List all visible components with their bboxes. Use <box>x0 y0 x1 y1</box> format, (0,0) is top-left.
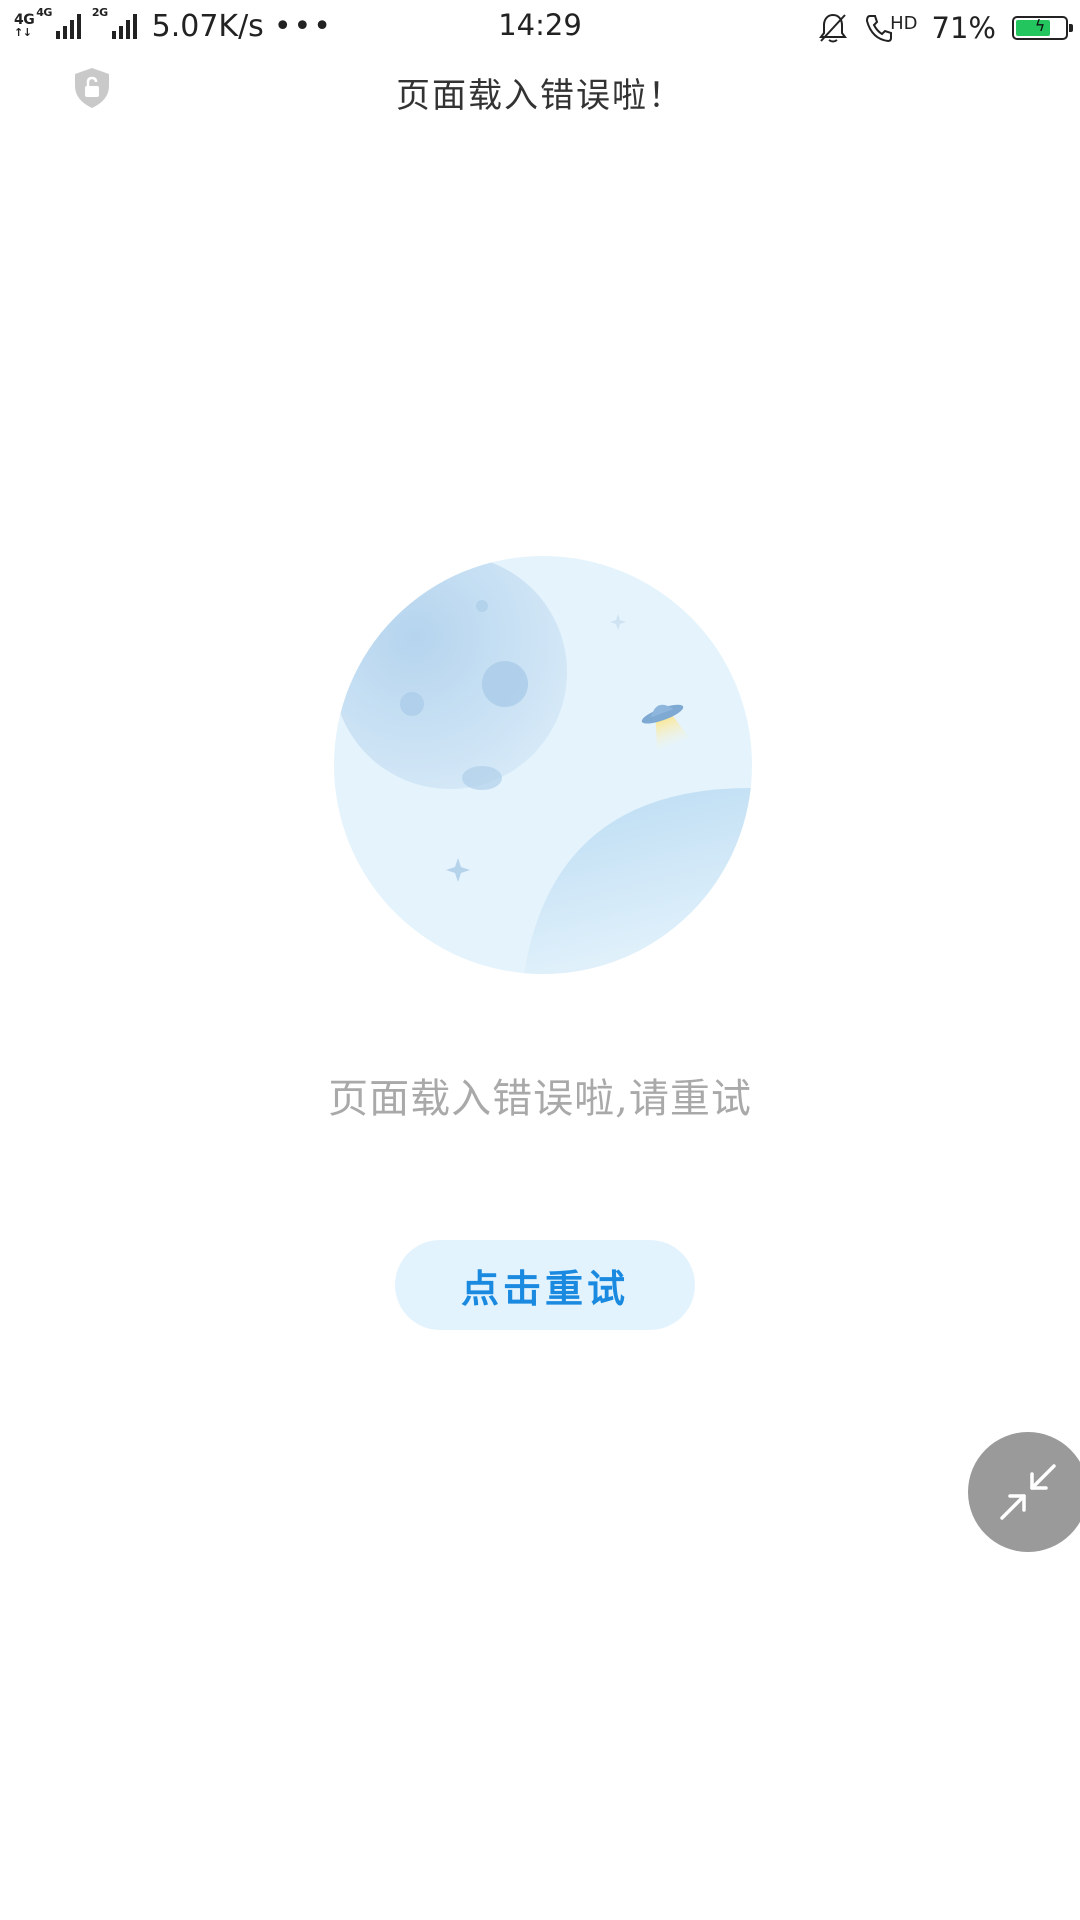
error-message: 页面载入错误啦,请重试 <box>328 1076 752 1122</box>
battery-charging-icon: ϟ <box>1012 16 1073 40</box>
retry-button-label: 点击重试 <box>460 1265 629 1311</box>
charging-bolt-icon: ϟ <box>1034 16 1046 35</box>
moon-crater <box>400 692 424 716</box>
battery-cap <box>1069 24 1073 32</box>
hd-call-icon: HD <box>864 13 918 43</box>
bell-muted-icon <box>819 13 848 43</box>
screen: 4G ↑↓ 4G 2G 5.07K/s ••• 14:29 HD 71% ϟ 页… <box>0 0 1080 1920</box>
collapse-arrows-icon <box>1000 1464 1056 1520</box>
battery-percent: 71% <box>931 11 996 45</box>
moon-ufo-illustration <box>334 556 752 974</box>
moon-crater <box>462 766 502 790</box>
retry-button[interactable]: 点击重试 <box>395 1240 695 1330</box>
moon-shape <box>334 556 567 789</box>
status-bar: 4G ↑↓ 4G 2G 5.07K/s ••• 14:29 HD 71% ϟ <box>0 0 1080 52</box>
hd-label: HD <box>890 13 918 34</box>
title-bar: 页面载入错误啦！ <box>0 52 1080 128</box>
floating-collapse-button[interactable] <box>968 1432 1080 1552</box>
status-right: HD 71% ϟ <box>816 8 1073 48</box>
phone-icon <box>866 15 893 43</box>
moon-crater <box>476 600 488 612</box>
page-title: 页面载入错误啦！ <box>396 76 684 116</box>
moon-crater <box>482 661 528 707</box>
